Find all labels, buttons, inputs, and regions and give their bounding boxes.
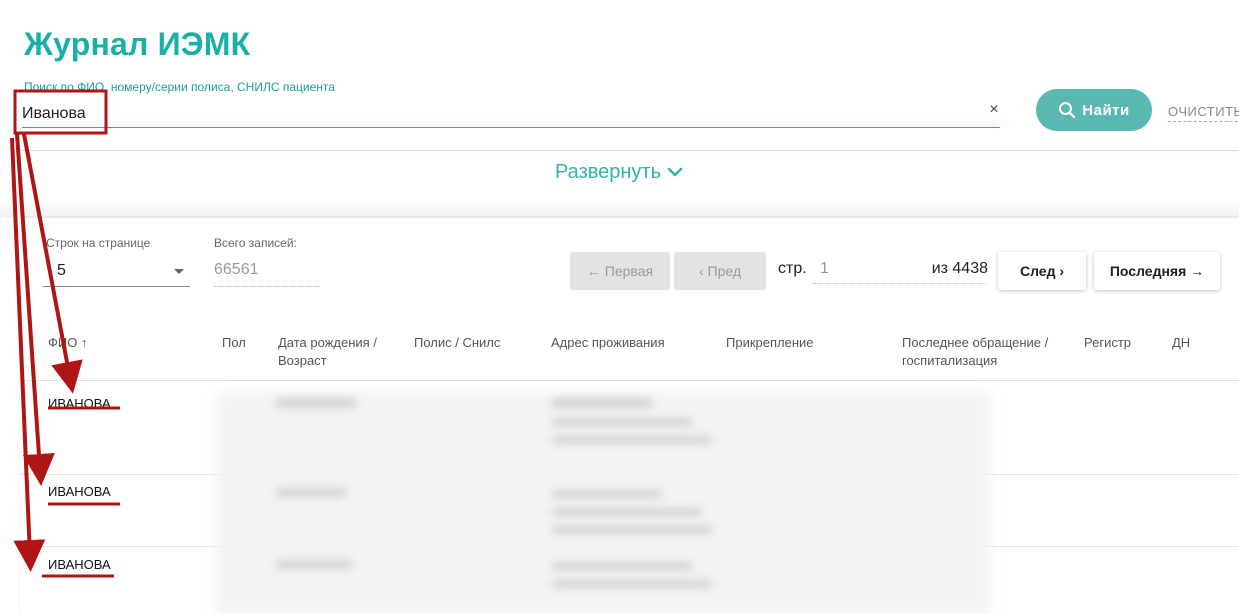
column-header-address[interactable]: Адрес проживания <box>551 334 665 352</box>
rows-per-page-value: 5 <box>57 262 66 279</box>
blurred-text <box>552 418 692 426</box>
column-header-gender[interactable]: Пол <box>222 334 246 352</box>
clear-button[interactable]: ОЧИСТИТЬ <box>1168 104 1239 122</box>
table-header-divider <box>20 380 1239 381</box>
blurred-text <box>552 562 692 570</box>
blurred-text <box>552 526 712 534</box>
search-input[interactable] <box>22 96 1000 128</box>
rows-per-page-label: Строк на странице <box>46 236 151 250</box>
section-separator <box>0 200 1239 218</box>
column-header-fio[interactable]: ФИО ↑ <box>48 334 87 352</box>
blurred-text <box>276 398 356 408</box>
search-icon <box>1058 101 1076 119</box>
find-button-label: Найти <box>1082 101 1130 119</box>
header-panel: Журнал ИЭМК Поиск по ФИО, номеру/серии п… <box>0 0 1239 214</box>
expand-button[interactable]: Развернуть <box>555 161 683 184</box>
blurred-text <box>552 580 712 588</box>
blurred-text <box>276 560 352 569</box>
table-row-fio[interactable]: ИВАНОВА <box>48 557 111 572</box>
expand-label: Развернуть <box>555 161 662 183</box>
chevron-down-icon <box>667 161 683 184</box>
column-header-last-visit[interactable]: Последнее обращение / госпитализация <box>902 334 1072 370</box>
clear-search-icon[interactable]: × <box>986 100 1002 120</box>
divider <box>20 150 1239 151</box>
table-row-fio[interactable]: ИВАНОВА <box>48 396 111 411</box>
page-label: стр. <box>778 260 807 277</box>
prev-page-button[interactable]: ‹ Пред <box>674 252 766 290</box>
column-header-policy[interactable]: Полис / Снилс <box>414 334 500 352</box>
search-label: Поиск по ФИО, номеру/серии полиса, СНИЛС… <box>24 80 335 94</box>
first-page-button[interactable]: ← Первая <box>570 252 670 290</box>
next-page-button[interactable]: След › <box>998 252 1086 290</box>
blurred-text <box>552 436 712 444</box>
column-header-register[interactable]: Регистр <box>1084 334 1131 352</box>
dropdown-caret-icon <box>174 269 184 274</box>
blurred-text <box>552 490 662 498</box>
column-header-attachment[interactable]: Прикрепление <box>726 334 814 352</box>
total-records-value: 66561 <box>214 259 320 287</box>
column-header-dn[interactable]: ДН <box>1172 334 1190 352</box>
blurred-text <box>552 508 702 516</box>
find-button[interactable]: Найти <box>1036 89 1152 131</box>
last-page-button[interactable]: Последняя → <box>1094 252 1220 290</box>
table-row-fio[interactable]: ИВАНОВА <box>48 484 111 499</box>
total-records-label: Всего записей: <box>214 236 297 250</box>
page-count: из 4438 <box>931 260 988 277</box>
page-title: Журнал ИЭМК <box>24 26 251 62</box>
column-header-birthdate[interactable]: Дата рождения / Возраст <box>278 334 408 370</box>
blurred-text <box>276 488 346 497</box>
rows-per-page-select[interactable]: 5 <box>43 257 190 287</box>
blurred-text <box>552 398 652 408</box>
